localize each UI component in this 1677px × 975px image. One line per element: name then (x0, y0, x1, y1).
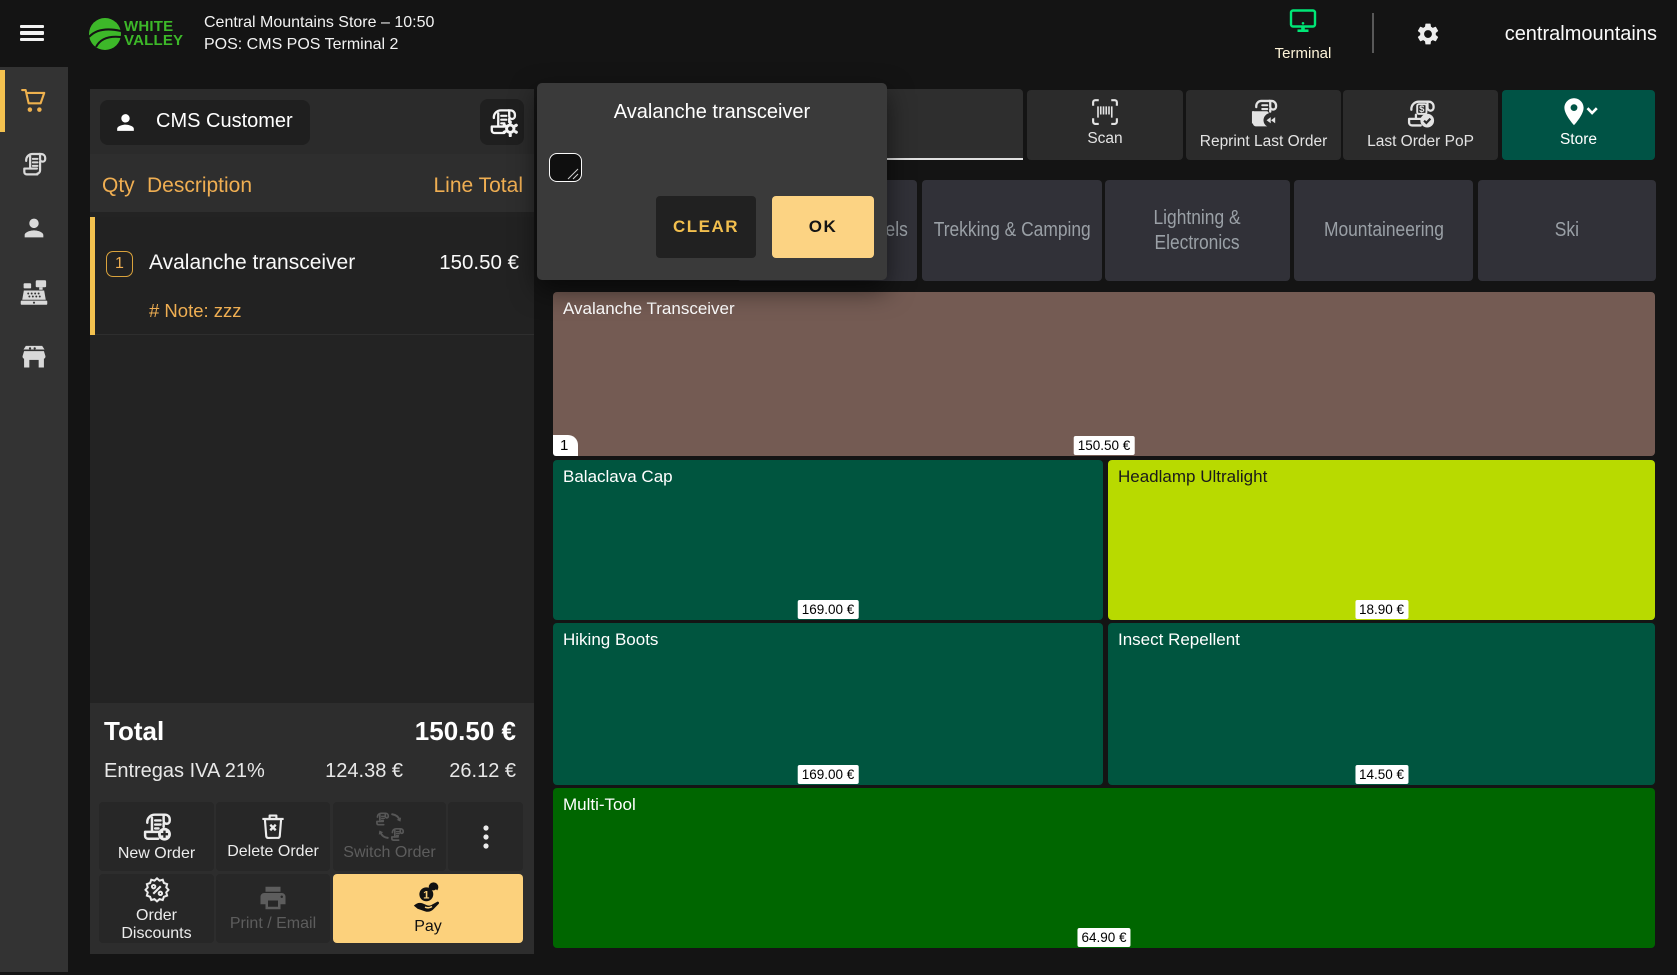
svg-text:$: $ (1419, 104, 1425, 115)
svg-text:1: 1 (423, 890, 430, 902)
